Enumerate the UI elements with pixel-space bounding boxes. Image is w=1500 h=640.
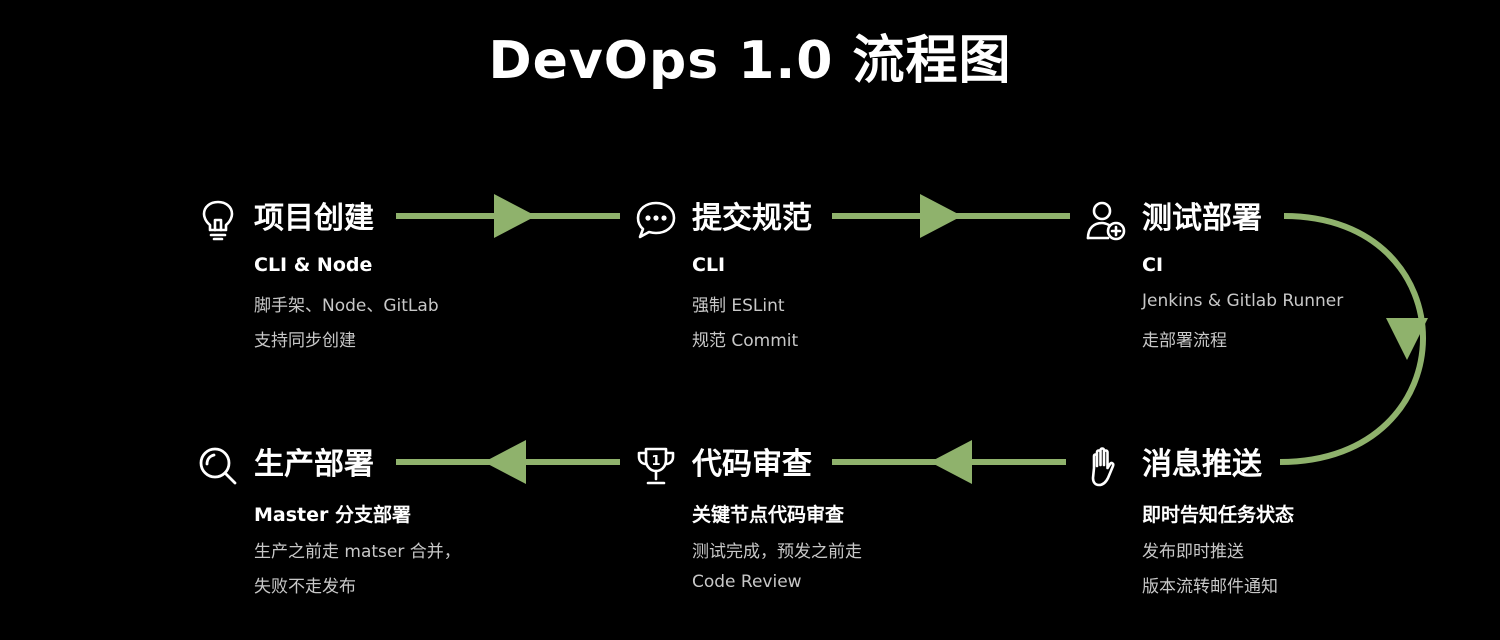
step-commit-standard: 提交规范 CLI 强制 ESLint 规范 Commit	[634, 194, 934, 351]
step-desc-line-2: Code Review	[692, 572, 802, 592]
step-desc-line-2: 版本流转邮件通知	[1142, 577, 1278, 597]
step-subtitle: 即时告知任务状态	[1142, 504, 1295, 526]
step-header: 项目创建	[196, 194, 496, 244]
step-subtitle: Master 分支部署	[254, 504, 411, 526]
step-title: 代码审查	[692, 447, 812, 482]
step-subtitle: CLI & Node	[254, 254, 373, 276]
step-test-deploy: 测试部署 CI Jenkins & Gitlab Runner 走部署流程	[1084, 194, 1384, 351]
step-desc-line-1: 脚手架、Node、GitLab	[254, 296, 439, 316]
step-title: 生产部署	[254, 447, 374, 482]
step-desc-line-1: Jenkins & Gitlab Runner	[1142, 291, 1344, 311]
step-subtitle: CLI	[692, 254, 726, 276]
step-project-create: 项目创建 CLI & Node 脚手架、Node、GitLab 支持同步创建	[196, 194, 496, 351]
step-subtitle: CI	[1142, 254, 1164, 276]
step-header: 提交规范	[634, 194, 934, 244]
trophy-icon: 1	[637, 447, 675, 485]
step-desc-line-1: 测试完成，预发之前走	[692, 542, 862, 562]
chat-bubble-icon	[636, 201, 676, 239]
step-title: 项目创建	[254, 201, 374, 236]
lightbulb-icon	[202, 200, 234, 241]
step-header: 消息推送	[1084, 440, 1384, 490]
step-message-push: 消息推送 即时告知任务状态 发布即时推送 版本流转邮件通知	[1084, 440, 1384, 597]
step-header: 测试部署	[1084, 194, 1384, 244]
step-production-deploy: 生产部署 Master 分支部署 生产之前走 matser 合并， 失败不走发布	[196, 440, 496, 597]
step-header: 1 代码审查	[634, 440, 934, 490]
step-desc-line-2: 失败不走发布	[254, 577, 356, 597]
step-desc-line-1: 生产之前走 matser 合并，	[254, 542, 461, 562]
trophy-digit: 1	[651, 454, 660, 469]
step-title: 测试部署	[1142, 201, 1262, 236]
step-desc-line-1: 发布即时推送	[1142, 542, 1244, 562]
step-title: 提交规范	[692, 201, 812, 236]
step-header: 生产部署	[196, 440, 496, 490]
step-subtitle: 关键节点代码审查	[692, 504, 845, 526]
hand-icon	[1091, 447, 1115, 487]
arrowhead-1-2	[494, 194, 536, 238]
user-add-icon	[1086, 201, 1126, 241]
step-desc-line-2: 规范 Commit	[692, 331, 799, 351]
step-code-review: 1 代码审查 关键节点代码审查 测试完成，预发之前走 Code Review	[634, 440, 934, 592]
step-title: 消息推送	[1142, 447, 1262, 482]
search-icon	[199, 447, 237, 485]
arrowhead-4-5	[930, 440, 972, 484]
step-desc-line-2: 走部署流程	[1142, 331, 1227, 351]
step-desc-line-1: 强制 ESLint	[692, 296, 785, 316]
step-desc-line-2: 支持同步创建	[254, 331, 356, 351]
